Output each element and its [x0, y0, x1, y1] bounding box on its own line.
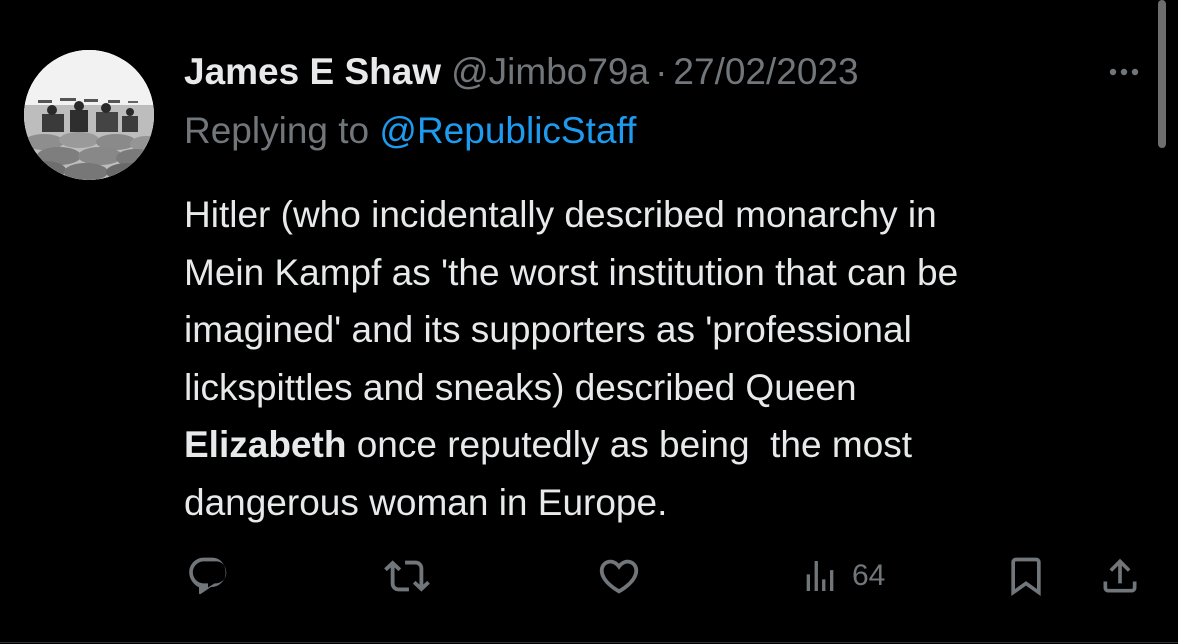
tweet-date[interactable]: 27/02/2023 [673, 50, 858, 94]
text-segment: imagined' and its supporters as 'profess… [184, 309, 912, 350]
views-count: 64 [852, 559, 886, 592]
divider [0, 642, 1178, 643]
more-icon [1109, 68, 1139, 76]
replying-to: Replying to @RepublicStaff [184, 108, 636, 154]
tweet-text-line: dangerous woman in Europe. [184, 474, 1164, 532]
scrollbar[interactable] [1158, 0, 1166, 148]
views-icon [806, 561, 834, 591]
avatar-photo [24, 50, 154, 180]
tweet-text-line: lickspittles and sneaks) described Queen [184, 359, 1164, 417]
like-button[interactable] [596, 548, 642, 604]
bookmark-button[interactable] [1004, 548, 1048, 604]
user-handle[interactable]: @Jimbo79a [451, 50, 649, 94]
text-segment: dangerous woman in Europe. [184, 481, 668, 523]
tweet-text-line: imagined' and its supporters as 'profess… [184, 301, 1164, 359]
tweet-text-line: Hitler (who incidentally described monar… [184, 186, 1164, 244]
tweet-text: Hitler (who incidentally described monar… [184, 186, 1164, 531]
replying-to-link[interactable]: @RepublicStaff [379, 110, 636, 151]
tweet-text-line: Elizabeth once reputedly as being the mo… [184, 416, 1164, 474]
replying-to-prefix: Replying to [184, 110, 380, 151]
avatar[interactable] [24, 50, 154, 180]
text-segment: lickspittles and sneaks) described Queen [184, 366, 857, 408]
tweet[interactable]: James E Shaw @Jimbo79a · 27/02/2023 Repl… [0, 0, 1178, 644]
retweet-button[interactable] [384, 548, 430, 604]
separator-dot: · [655, 51, 668, 92]
tweet-header: James E Shaw @Jimbo79a · 27/02/2023 [184, 50, 859, 94]
share-icon [1103, 558, 1137, 593]
text-segment: once reputedly as being the most [346, 424, 913, 465]
tweet-text-line: Mein Kampf as 'the worst institution tha… [184, 244, 1164, 302]
reply-icon [189, 557, 227, 595]
display-name[interactable]: James E Shaw [184, 50, 441, 94]
text-segment: Mein Kampf as 'the worst institution tha… [184, 251, 959, 293]
action-bar: 64 [0, 548, 1178, 604]
reply-button[interactable] [186, 548, 230, 604]
views-button[interactable]: 64 [800, 548, 885, 604]
retweet-icon [384, 560, 430, 592]
more-options-button[interactable] [1102, 58, 1146, 86]
highlighted-term: Elizabeth [184, 424, 347, 465]
share-button[interactable] [1098, 548, 1142, 604]
bookmark-icon [1011, 557, 1041, 597]
like-icon [599, 559, 639, 594]
text-segment: Hitler (who incidentally described monar… [184, 194, 937, 235]
